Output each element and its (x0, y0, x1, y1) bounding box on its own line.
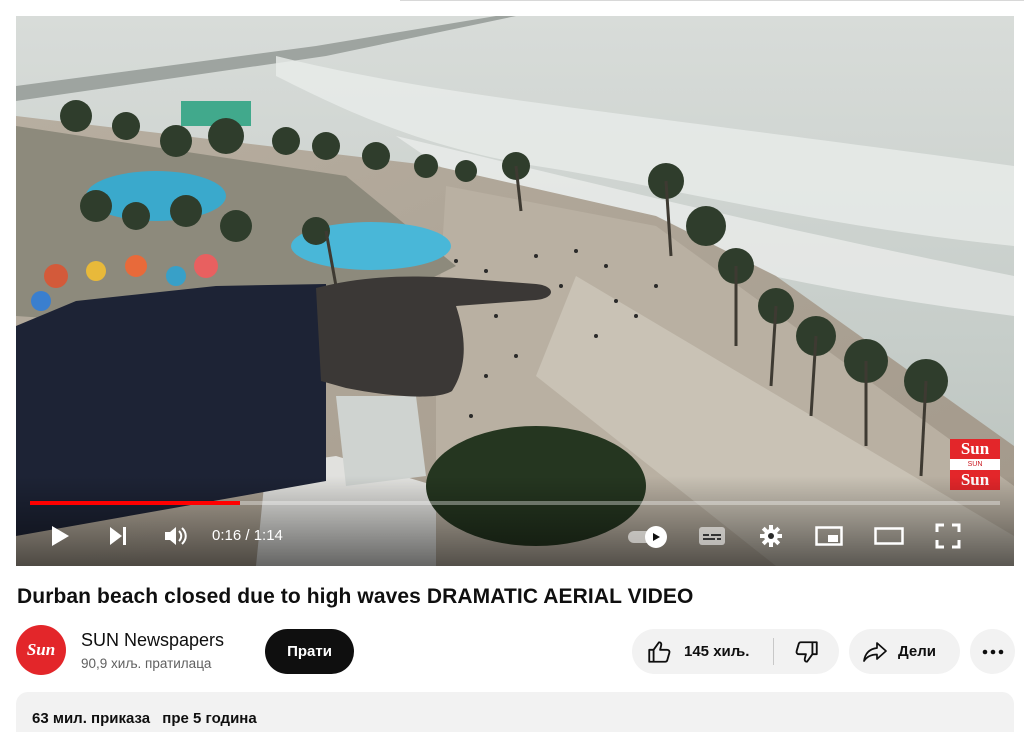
subtitles-button[interactable] (694, 516, 730, 556)
miniplayer-icon (815, 526, 843, 546)
time-display: 0:16 / 1:14 (212, 527, 283, 544)
settings-button[interactable] (753, 516, 789, 556)
next-button[interactable] (100, 516, 136, 556)
autoplay-knob (645, 526, 667, 548)
gear-icon (760, 525, 782, 547)
play-small-icon (653, 533, 660, 541)
subtitles-icon (699, 527, 725, 545)
player-controls: 0:16 / 1:14 (16, 516, 1014, 556)
view-count: 63 мил. приказа (32, 710, 151, 727)
subscriber-count: 90,9 хиљ. пратилаца (81, 656, 212, 671)
like-button[interactable]: 145 хиљ. (632, 629, 772, 674)
fullscreen-button[interactable] (930, 516, 966, 556)
watermark-top: Sun (950, 439, 1000, 459)
subscribe-button[interactable]: Прати (265, 629, 354, 674)
autoplay-toggle[interactable] (628, 526, 670, 548)
thumbs-up-icon (648, 640, 671, 663)
video-player[interactable]: Sun SUN Newspapers Sun 0:16 / 1:14 (16, 16, 1014, 566)
fullscreen-icon (935, 523, 961, 549)
theater-button[interactable] (871, 516, 907, 556)
more-actions-button[interactable] (970, 629, 1015, 674)
upload-age: пре 5 година (162, 710, 257, 727)
play-button[interactable] (42, 516, 78, 556)
theater-icon (874, 527, 904, 545)
description-box[interactable]: 63 мил. приказа пре 5 година (16, 692, 1014, 732)
video-title: Durban beach closed due to high waves DR… (17, 585, 694, 608)
volume-button[interactable] (158, 516, 194, 556)
like-dislike-group: 145 хиљ. (632, 629, 839, 674)
channel-avatar[interactable]: Sun (16, 625, 66, 675)
miniplayer-button[interactable] (811, 516, 847, 556)
share-button[interactable]: Дели (849, 629, 960, 674)
thumbs-down-icon (795, 640, 818, 663)
volume-icon (165, 527, 187, 545)
like-count: 145 хиљ. (684, 643, 750, 660)
more-horizontal-icon (982, 649, 1003, 654)
next-icon (110, 527, 126, 545)
watermark-middle: SUN Newspapers (950, 459, 1000, 479)
play-icon (52, 526, 69, 546)
progress-bar[interactable] (30, 501, 1000, 505)
progress-played (30, 501, 240, 505)
page-top-border (400, 0, 1024, 3)
channel-name[interactable]: SUN Newspapers (81, 630, 224, 651)
dislike-button[interactable] (774, 629, 839, 674)
share-label: Дели (898, 643, 936, 660)
share-icon (863, 641, 887, 662)
